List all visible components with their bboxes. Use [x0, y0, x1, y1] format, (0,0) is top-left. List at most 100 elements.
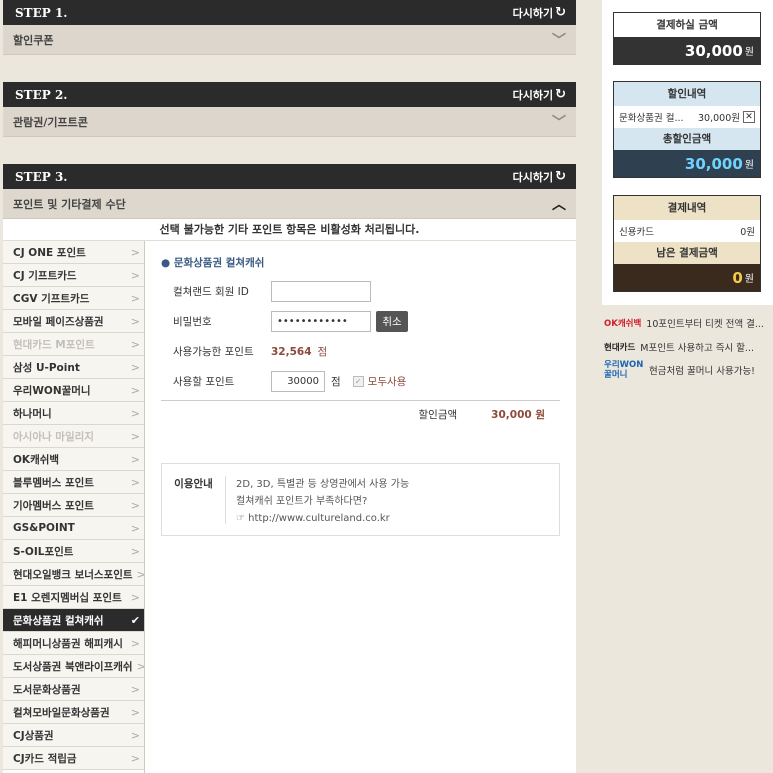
guide-line: 2D, 3D, 특별관 등 상영관에서 사용 가능	[236, 479, 410, 490]
password-input[interactable]: ••••••••••••	[271, 311, 371, 332]
discount-row: 할인금액 30,000 원	[161, 401, 560, 428]
chevron-right-icon: >	[130, 360, 140, 374]
step1-title: STEP 1.	[15, 5, 68, 20]
promo-hyundaicard[interactable]: 현대카드 M포인트 사용하고 즉시 할...	[604, 340, 772, 354]
use-all-checkbox[interactable]: ✓	[352, 376, 364, 387]
side-item[interactable]: 현대오일뱅크 보너스포인트>	[3, 563, 144, 586]
guide-title: 이용안내	[162, 476, 226, 524]
id-label: 컬쳐랜드 회원 ID	[173, 286, 249, 298]
available-points-value: 32,564	[271, 345, 312, 358]
chevron-right-icon: >	[130, 383, 140, 397]
step1-section-label: 할인쿠폰	[13, 33, 54, 47]
side-item[interactable]: GS&POINT >	[3, 517, 144, 540]
points-sidebar: CJ ONE 포인트 > CJ 기프트카드 > CGV 기프트카드 > 모바일 페이즈…	[3, 241, 145, 773]
cancel-button[interactable]: 취소	[376, 311, 408, 332]
discount-item-name: 문화상품권 컬...	[619, 113, 684, 124]
side-item[interactable]: 기아멤버스 포인트 >	[3, 494, 144, 517]
pay-amount-title: 결제하실 금액	[614, 13, 760, 37]
step2-reset-button[interactable]: 다시하기 ↻	[513, 87, 566, 103]
side-item[interactable]: 블루멤버스 포인트 >	[3, 471, 144, 494]
chevron-right-icon: >	[130, 268, 140, 282]
total-discount-value: 30,000	[684, 154, 743, 173]
step1-accordion[interactable]: 할인쿠폰 ﹀	[3, 25, 576, 55]
chevron-right-icon: >	[130, 728, 140, 742]
side-item[interactable]: 도서상품권 북앤라이프캐쉬>	[3, 655, 144, 678]
checkmark-icon: ✔	[130, 613, 140, 627]
side-item[interactable]: 삼성 U-Point >	[3, 356, 144, 379]
chevron-down-icon: ﹀	[552, 114, 566, 131]
chevron-right-icon: >	[130, 521, 140, 535]
side-item-active[interactable]: 문화상품권 컬쳐캐쉬 ✔	[3, 609, 144, 632]
step3-accordion[interactable]: 포인트 및 기타결제 수단 ︿	[3, 189, 576, 219]
step2-accordion[interactable]: 관람권/기프트콘 ﹀	[3, 107, 576, 137]
side-item[interactable]: 우리WON꿀머니 >	[3, 379, 144, 402]
side-item[interactable]: S-OIL포인트 >	[3, 540, 144, 563]
step2-section-label: 관람권/기프트콘	[13, 115, 88, 129]
notice-text: 선택 불가능한 기타 포인트 항목은 비활성화 처리됩니다.	[3, 219, 576, 241]
chevron-right-icon: >	[130, 337, 140, 351]
use-points-input[interactable]: 30000	[271, 371, 325, 392]
promo-woori[interactable]: 우리WON 꿀머니 현금처럼 꿀머니 사용가능!	[604, 360, 772, 380]
points-panel: CJ ONE 포인트 > CJ 기프트카드 > CGV 기프트카드 > 모바일 페이즈…	[3, 241, 576, 773]
step3-section-label: 포인트 및 기타결제 수단	[13, 197, 126, 211]
side-item[interactable]: OK캐쉬백 >	[3, 448, 144, 471]
side-item[interactable]: E1 오렌지멤버십 포인트 >	[3, 586, 144, 609]
step1-header: STEP 1. 다시하기 ↻	[3, 0, 576, 25]
step3-reset-button[interactable]: 다시하기 ↻	[513, 169, 566, 185]
chevron-right-icon: >	[130, 590, 140, 604]
chevron-right-icon: >	[130, 705, 140, 719]
payment-summary: 결제하실 금액 30,000 원 할인내역 문화상품권 컬... 30,000원 …	[602, 0, 773, 305]
use-points-unit: 점	[331, 376, 341, 388]
discount-detail-box: 할인내역 문화상품권 컬... 30,000원 ✕ 총할인금액 30,000 원	[613, 81, 761, 178]
guide-link[interactable]: ☞ http://www.cultureland.co.kr	[236, 510, 409, 527]
payment-steps: STEP 1. 다시하기 ↻ 할인쿠폰 ﹀ STEP 2. 다시하기 ↻ 관람권/기…	[3, 0, 576, 773]
side-item[interactable]: 컬쳐모바일문화상품권 >	[3, 701, 144, 724]
culture-cash-form: ● 문화상품권 컬쳐캐쉬 컬쳐랜드 회원 ID 비밀번호 •••••••••••…	[145, 241, 576, 773]
chevron-right-icon: >	[130, 682, 140, 696]
use-all-label[interactable]: 모두사용	[368, 374, 407, 389]
step2-title: STEP 2.	[15, 87, 68, 102]
chevron-right-icon: >	[130, 751, 140, 765]
payment-detail-box: 결제내역 신용카드 0원 남은 결제금액 0원	[613, 195, 761, 292]
side-item[interactable]: CJ상품권 >	[3, 724, 144, 747]
chevron-right-icon: >	[130, 291, 140, 305]
form-section-title: ● 문화상품권 컬쳐캐쉬	[161, 257, 265, 269]
side-item[interactable]: 하나머니 >	[3, 402, 144, 425]
chevron-right-icon: >	[130, 314, 140, 328]
payment-method: 신용카드	[619, 227, 654, 238]
woori-logo: 우리WON 꿀머니	[604, 360, 644, 380]
chevron-right-icon: >	[130, 406, 140, 420]
refresh-icon: ↻	[555, 87, 566, 102]
chevron-right-icon: >	[130, 475, 140, 489]
side-item[interactable]: CJ카드 적립금 >	[3, 747, 144, 770]
pay-amount-value: 30,000	[684, 41, 743, 60]
chevron-right-icon: >	[130, 498, 140, 512]
chevron-right-icon: >	[130, 452, 140, 466]
side-item[interactable]: CGV 기프트카드 >	[3, 287, 144, 310]
side-item[interactable]: 도서문화상품권 >	[3, 678, 144, 701]
payment-method-amount: 0원	[740, 227, 755, 238]
chevron-down-icon: ﹀	[552, 32, 566, 49]
chevron-right-icon: >	[130, 429, 140, 443]
chevron-right-icon: >	[137, 568, 144, 581]
step3-header: STEP 3. 다시하기 ↻	[3, 164, 576, 189]
password-label: 비밀번호	[173, 316, 212, 328]
side-item[interactable]: 모바일 페이즈상품권 >	[3, 310, 144, 333]
side-item-disabled: 아시아나 마일리지 >	[3, 425, 144, 448]
discount-value: 30,000 원	[491, 409, 545, 421]
side-item[interactable]: CJ 기프트카드 >	[3, 264, 144, 287]
close-icon[interactable]: ✕	[743, 111, 755, 123]
total-discount-title: 총할인금액	[614, 128, 760, 150]
chevron-up-icon: ︿	[552, 196, 566, 213]
chevron-right-icon: >	[137, 660, 144, 673]
member-id-input[interactable]	[271, 281, 371, 302]
discount-detail-title: 할인내역	[614, 82, 760, 106]
side-item[interactable]: CJ ONE 포인트 >	[3, 241, 144, 264]
chevron-right-icon: >	[130, 245, 140, 259]
step1-reset-button[interactable]: 다시하기 ↻	[513, 5, 566, 21]
side-item[interactable]: 해피머니상품권 해피캐시 >	[3, 632, 144, 655]
chevron-right-icon: >	[130, 636, 140, 650]
promo-okcashbag[interactable]: OK캐쉬백 10포인트부터 티켓 전액 결...	[604, 316, 772, 330]
remain-amount-value: 0	[732, 268, 743, 287]
refresh-icon: ↻	[555, 169, 566, 184]
